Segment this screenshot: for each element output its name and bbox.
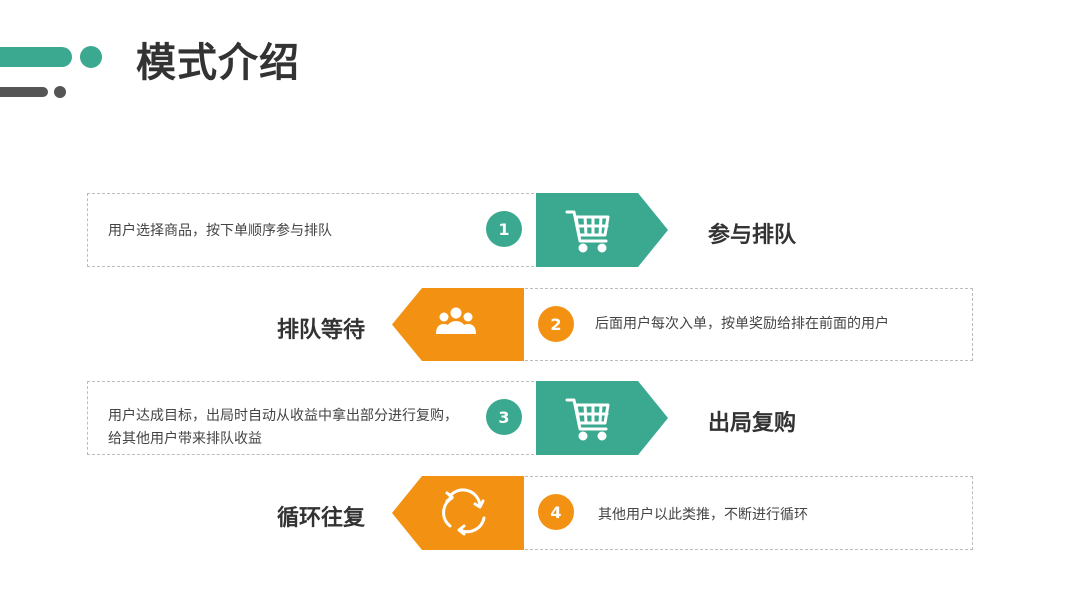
step-2-title: 排队等待 [277, 318, 366, 343]
page-title: 模式介绍 [136, 40, 300, 86]
step-2-description: 后面用户每次入单，按单奖励给排在前面的用户 [595, 316, 889, 332]
step-2-number-badge: 2 [538, 306, 574, 342]
step-4-description: 其他用户以此类推，不断进行循环 [598, 507, 808, 523]
header-decor-dot-teal [80, 46, 102, 68]
step-3-number-badge: 3 [486, 399, 522, 435]
step-4-number-badge: 4 [538, 494, 574, 530]
header-decor-bar-teal [0, 47, 72, 67]
step-1-flag [536, 193, 668, 267]
step-1-description: 用户选择商品，按下单顺序参与排队 [108, 223, 332, 239]
step-3-title: 出局复购 [708, 411, 797, 436]
step-2-flag [392, 288, 524, 361]
header-decor-dot-gray [54, 86, 66, 98]
step-4-title: 循环往复 [277, 506, 366, 531]
step-4-flag [392, 476, 524, 550]
step-3-flag [536, 381, 668, 455]
step-1-number-badge: 1 [486, 211, 522, 247]
step-3-description: 用户达成目标，出局时自动从收益中拿出部分进行复购，给其他用户带来排队收益 [108, 408, 458, 447]
header-decor-bar-gray [0, 87, 48, 97]
step-1-title: 参与排队 [708, 223, 797, 248]
